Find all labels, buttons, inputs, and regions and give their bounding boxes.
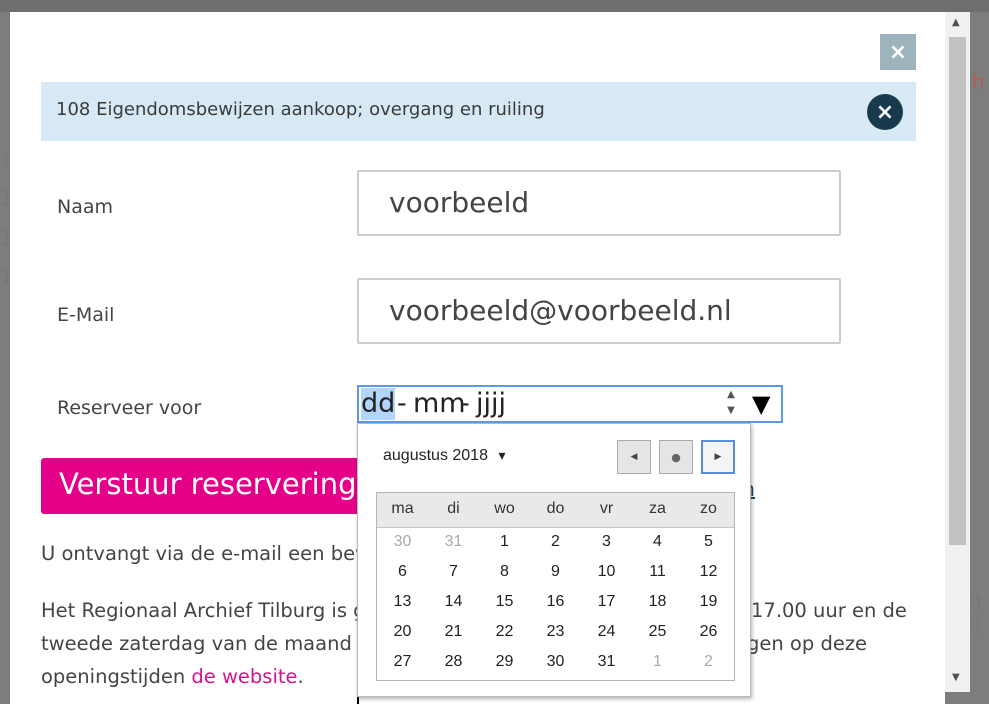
calendar-day[interactable]: 6: [377, 563, 428, 581]
calendar-day[interactable]: 20: [377, 623, 428, 641]
calendar-day[interactable]: 22: [479, 623, 530, 641]
scroll-down-icon[interactable]: ▼: [952, 673, 960, 683]
date-picker-popup: augustus 2018 ▾ ◀ ● ▶ ma di wo do vr za zo 30 3…: [357, 423, 751, 697]
close-icon: ×: [875, 99, 895, 125]
date-separator: -: [397, 388, 407, 419]
calendar-day[interactable]: 4: [632, 533, 683, 551]
calendar-day[interactable]: 7: [428, 563, 479, 581]
background-text: ij: [970, 614, 981, 635]
calendar-day[interactable]: 17: [581, 593, 632, 611]
date-day-segment[interactable]: dd: [361, 388, 396, 420]
calendar-day[interactable]: 29: [479, 653, 530, 671]
calendar-day[interactable]: 27: [377, 653, 428, 671]
scroll-up-icon[interactable]: ▲: [952, 18, 960, 28]
calendar-day[interactable]: 21: [428, 623, 479, 641]
item-banner: 108 Eigendomsbewijzen aankoop; overgang …: [41, 82, 916, 141]
calendar-day[interactable]: 1: [632, 653, 683, 671]
today-button[interactable]: ●: [659, 440, 693, 474]
calendar-day[interactable]: 28: [428, 653, 479, 671]
info-text: openingstijden: [41, 665, 192, 688]
calendar-day[interactable]: 15: [479, 593, 530, 611]
website-link[interactable]: de website: [191, 665, 297, 688]
calendar-day[interactable]: 30: [377, 533, 428, 551]
email-label: E-Mail: [57, 304, 115, 326]
calendar-day[interactable]: 31: [428, 533, 479, 551]
weekday-label: di: [447, 500, 460, 517]
calendar-day[interactable]: 18: [632, 593, 683, 611]
date-separator: -: [460, 388, 470, 419]
calendar-day[interactable]: 30: [530, 653, 581, 671]
info-text-fragment: 17.00 uur en de: [751, 599, 907, 622]
calendar-day[interactable]: 26: [683, 623, 734, 641]
background-text: g: [970, 590, 982, 611]
name-field[interactable]: voorbeeld: [357, 170, 841, 236]
calendar-day[interactable]: 14: [428, 593, 479, 611]
email-value: voorbeeld@voorbeeld.nl: [389, 294, 732, 327]
calendar-day[interactable]: 19: [683, 593, 734, 611]
dialog-scrollbar[interactable]: ▲ ▼: [945, 12, 970, 692]
spin-up-icon[interactable]: ▲: [723, 387, 739, 403]
next-month-button[interactable]: ▶: [701, 440, 735, 474]
email-field[interactable]: voorbeeld@voorbeeld.nl: [357, 278, 841, 344]
prev-month-button[interactable]: ◀: [617, 440, 651, 474]
banner-title: 108 Eigendomsbewijzen aankoop; overgang …: [56, 99, 545, 120]
info-text-line: tweede zaterdag van de maand va: [41, 632, 382, 655]
info-text-line: U ontvangt via de e-mail een beve: [41, 542, 379, 565]
remove-item-button[interactable]: ×: [867, 94, 903, 130]
calendar-dropdown-icon[interactable]: ▼: [752, 391, 770, 417]
calendar-day[interactable]: 31: [581, 653, 632, 671]
submit-button[interactable]: Verstuur reserveringsverzoek: [41, 458, 371, 514]
name-value: voorbeeld: [389, 186, 530, 219]
chevron-right-icon: ▶: [714, 452, 722, 462]
info-text-line: Het Regionaal Archief Tilburg is ge: [41, 599, 378, 622]
calendar-day[interactable]: 3: [581, 533, 632, 551]
date-label: Reserveer voor: [57, 397, 202, 419]
month-label: augustus 2018: [383, 447, 488, 464]
calendar-day[interactable]: 12: [683, 563, 734, 581]
dot-icon: ●: [671, 450, 681, 464]
calendar-grid: ma di wo do vr za zo 30 31 1 2 3 4 5 6 7 8 9 10 11 12 13 14 15…: [376, 492, 735, 681]
calendar-day[interactable]: 8: [479, 563, 530, 581]
close-icon: ×: [888, 39, 908, 65]
weekday-header: ma di wo do vr za zo: [377, 493, 734, 528]
weekday-label: do: [546, 500, 565, 517]
calendar-day[interactable]: 10: [581, 563, 632, 581]
background-strip: [0, 0, 989, 12]
weekday-label: za: [649, 500, 666, 517]
info-text-fragment: gen op deze: [747, 632, 868, 655]
calendar-day[interactable]: 13: [377, 593, 428, 611]
date-month-segment[interactable]: mm: [413, 388, 466, 420]
calendar-day[interactable]: 23: [530, 623, 581, 641]
calendar-day[interactable]: 1: [479, 533, 530, 551]
spin-down-icon[interactable]: ▼: [723, 403, 739, 419]
close-dialog-button[interactable]: ×: [880, 34, 916, 70]
background-text: h: [972, 70, 985, 94]
submit-label: Verstuur reserveringsverzoek: [59, 467, 371, 501]
calendar-day[interactable]: 16: [530, 593, 581, 611]
info-text-line: openingstijden de website.: [41, 660, 304, 693]
month-selector[interactable]: augustus 2018 ▾: [383, 447, 505, 465]
calendar-day[interactable]: 24: [581, 623, 632, 641]
calendar-day[interactable]: 11: [632, 563, 683, 581]
calendar-day[interactable]: 9: [530, 563, 581, 581]
date-spinner[interactable]: ▲ ▼: [723, 387, 739, 421]
calendar-day[interactable]: 25: [632, 623, 683, 641]
weekday-label: wo: [494, 500, 515, 517]
name-label: Naam: [57, 196, 114, 218]
weekday-label: ma: [391, 500, 414, 517]
chevron-down-icon: ▾: [498, 447, 506, 463]
info-text: .: [297, 665, 304, 688]
calendar-day[interactable]: 2: [530, 533, 581, 551]
chevron-left-icon: ◀: [630, 452, 638, 462]
weekday-label: zo: [700, 500, 717, 517]
calendar-day[interactable]: 2: [683, 653, 734, 671]
date-field[interactable]: dd - mm - jjjj ▲ ▼ ▼: [357, 385, 783, 423]
scrollbar-thumb[interactable]: [949, 37, 966, 545]
calendar-day[interactable]: 5: [683, 533, 734, 551]
weekday-label: vr: [599, 500, 614, 517]
date-year-segment[interactable]: jjjj: [476, 388, 506, 420]
